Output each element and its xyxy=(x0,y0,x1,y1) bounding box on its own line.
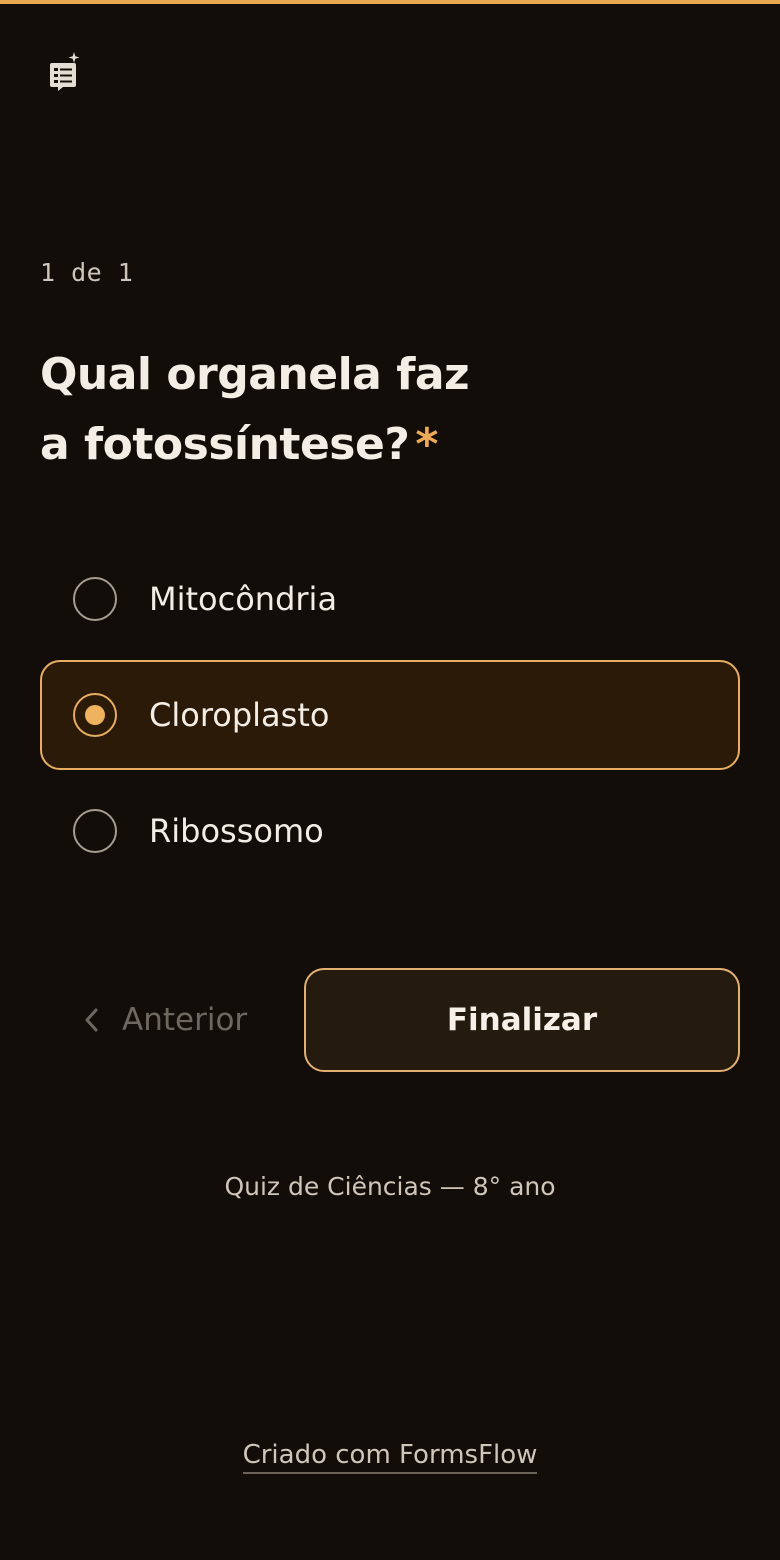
radio-dot xyxy=(85,705,105,725)
required-asterisk: * xyxy=(415,419,438,470)
previous-button-label: Anterior xyxy=(122,1001,248,1038)
option-label: Mitocôndria xyxy=(149,580,338,618)
chevron-left-icon xyxy=(85,1008,98,1032)
question-text: Qual organela faz a fotossíntese? xyxy=(40,349,470,470)
created-with-link[interactable]: Criado com FormsFlow xyxy=(242,1440,538,1474)
radio-button[interactable] xyxy=(73,809,117,853)
finish-button[interactable]: Finalizar xyxy=(304,968,740,1072)
radio-button[interactable] xyxy=(73,577,117,621)
option-cloroplasto[interactable]: Cloroplasto xyxy=(40,660,740,770)
option-mitocondria[interactable]: Mitocôndria xyxy=(40,544,740,654)
question-title: Qual organela faz a fotossíntese? * xyxy=(40,340,500,480)
option-label: Cloroplasto xyxy=(149,696,330,734)
option-label: Ribossomo xyxy=(149,812,324,850)
progress-indicator: 1 de 1 xyxy=(40,258,134,287)
top-accent-bar xyxy=(0,0,780,4)
option-ribossomo[interactable]: Ribossomo xyxy=(40,776,740,886)
radio-button-selected[interactable] xyxy=(73,693,117,737)
footer: Criado com FormsFlow xyxy=(0,1440,780,1474)
form-checklist-icon xyxy=(50,52,80,91)
form-title: Quiz de Ciências — 8° ano xyxy=(224,1172,556,1201)
previous-button[interactable]: Anterior xyxy=(40,968,280,1071)
